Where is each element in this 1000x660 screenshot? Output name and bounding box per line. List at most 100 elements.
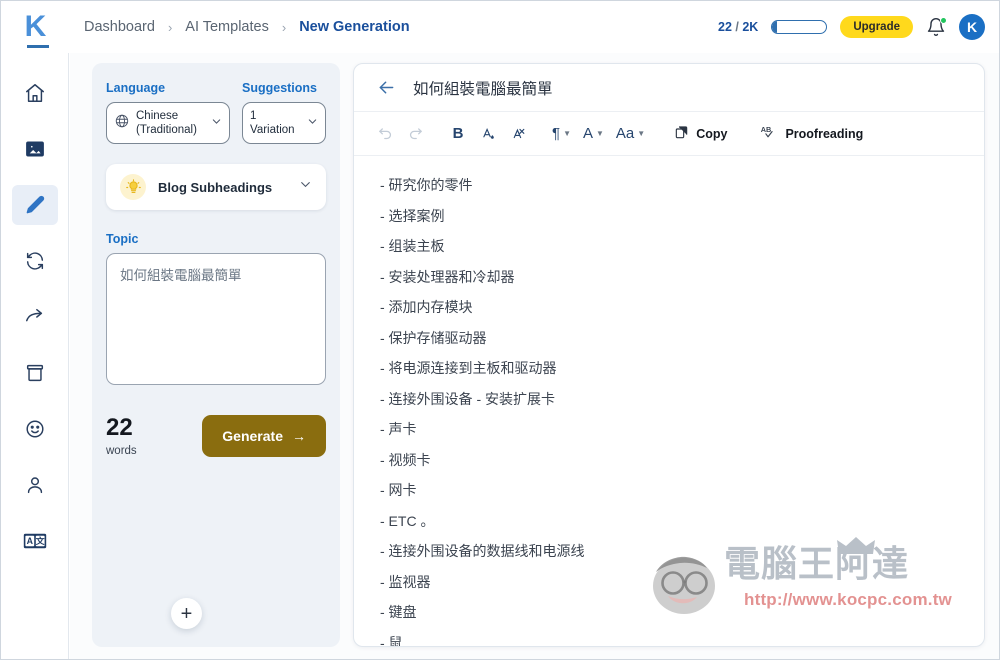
- editor-content[interactable]: - 研究你的零件 - 选择案例 - 组装主板 - 安装处理器和冷却器 - 添加内…: [354, 156, 984, 646]
- avatar[interactable]: K: [959, 14, 985, 40]
- svg-text:AB: AB: [761, 125, 772, 134]
- language-value: Chinese (Traditional): [136, 109, 197, 138]
- notification-dot: [940, 17, 947, 24]
- language-field: Language Chinese (Traditional): [106, 81, 230, 144]
- content-line: - 保护存储驱动器: [380, 331, 958, 345]
- globe-icon: [114, 113, 130, 134]
- suggestions-field: Suggestions 1 Variation: [242, 81, 326, 144]
- arrow-left-icon[interactable]: [376, 77, 397, 98]
- arrow-curve-right-icon: [24, 306, 46, 328]
- content-line: - 鼠: [380, 636, 958, 647]
- content-line: - 选择案例: [380, 209, 958, 223]
- content-line: - 连接外围设备的数据线和电源线: [380, 544, 958, 558]
- quota-total: 2K: [742, 20, 758, 34]
- redo-icon[interactable]: [402, 120, 428, 148]
- breadcrumb: Dashboard › AI Templates › New Generatio…: [84, 19, 410, 35]
- breadcrumb-item-ai-templates[interactable]: AI Templates: [185, 19, 269, 35]
- sidebar-item-archive[interactable]: [12, 353, 58, 393]
- suggestions-value-line2: Variation: [250, 124, 295, 136]
- topic-value: 如何組裝電腦最簡單: [120, 266, 312, 286]
- breadcrumb-separator: ›: [282, 20, 286, 35]
- sidebar-item-translate[interactable]: A 文: [12, 521, 58, 561]
- breadcrumb-item-new-generation[interactable]: New Generation: [299, 19, 409, 35]
- template-selector[interactable]: Blog Subheadings: [106, 164, 326, 210]
- editor-toolbar: B ¶ ▼: [354, 112, 984, 156]
- refresh-icon: [24, 250, 46, 272]
- sidebar-item-emoji[interactable]: [12, 409, 58, 449]
- proofreading-button[interactable]: AB Proofreading: [752, 120, 871, 148]
- sidebar-item-write[interactable]: [12, 185, 58, 225]
- editor-header: 如何組裝電腦最簡單: [354, 64, 984, 112]
- add-button[interactable]: +: [171, 598, 202, 629]
- generate-row: 22 words Generate →: [106, 415, 326, 457]
- template-name: Blog Subheadings: [158, 180, 272, 195]
- language-select[interactable]: Chinese (Traditional): [106, 102, 230, 144]
- chevron-down-icon: [307, 114, 318, 132]
- content-line: - ETC 。: [380, 514, 958, 528]
- selectors-row: Language Chinese (Traditional): [106, 81, 326, 144]
- copy-button[interactable]: Copy: [666, 120, 735, 148]
- box-icon: [24, 362, 46, 384]
- image-icon: [24, 138, 46, 160]
- suggestions-select[interactable]: 1 Variation: [242, 102, 326, 144]
- sidebar-item-account[interactable]: [12, 465, 58, 505]
- content-line: - 声卡: [380, 422, 958, 436]
- breadcrumb-item-dashboard[interactable]: Dashboard: [84, 19, 155, 35]
- sidebar-item-rewrite[interactable]: [12, 241, 58, 281]
- lightbulb-icon: [120, 174, 146, 200]
- paragraph-glyph: ¶: [552, 125, 560, 142]
- language-label: Language: [106, 81, 230, 95]
- svg-text:A: A: [26, 536, 33, 546]
- font-icon[interactable]: A ▼: [579, 120, 608, 148]
- content-line: - 添加内存模块: [380, 300, 958, 314]
- sidebar-item-images[interactable]: [12, 129, 58, 169]
- word-count-label: words: [106, 445, 137, 457]
- generate-button[interactable]: Generate →: [202, 415, 326, 457]
- word-counter: 22 words: [106, 416, 137, 457]
- paragraph-icon[interactable]: ¶ ▼: [548, 120, 575, 148]
- bell-icon[interactable]: [926, 17, 946, 37]
- upgrade-button[interactable]: Upgrade: [840, 16, 913, 38]
- topic-input[interactable]: 如何組裝電腦最簡單: [106, 253, 326, 385]
- arrow-right-icon: →: [292, 428, 306, 444]
- copy-icon: [674, 124, 690, 144]
- generation-form-panel: Language Chinese (Traditional): [92, 63, 340, 647]
- undo-icon[interactable]: [372, 120, 398, 148]
- content-line: - 键盘: [380, 605, 958, 619]
- app-window: K Dashboard › AI Templates › New Generat…: [0, 0, 1000, 660]
- language-value-line1: Chinese: [136, 110, 178, 122]
- quota-progress-fill: [772, 21, 776, 33]
- content-line: - 安装处理器和冷却器: [380, 270, 958, 284]
- bold-glyph: B: [453, 125, 464, 142]
- content-line: - 组装主板: [380, 239, 958, 253]
- bold-icon[interactable]: B: [445, 120, 471, 148]
- page-body: Language Chinese (Traditional): [70, 53, 999, 659]
- clear-format-icon[interactable]: [505, 120, 531, 148]
- quota-text: 22 / 2K: [718, 20, 758, 34]
- app-logo[interactable]: K: [1, 12, 69, 42]
- text-color-icon[interactable]: [475, 120, 501, 148]
- content-line: - 网卡: [380, 483, 958, 497]
- breadcrumb-separator: ›: [168, 20, 172, 35]
- font-size-icon[interactable]: Aa ▼: [612, 120, 649, 148]
- home-icon: [24, 82, 46, 104]
- pencil-icon: [24, 194, 46, 216]
- smiley-icon: [24, 418, 46, 440]
- generate-button-label: Generate: [222, 428, 283, 444]
- plus-icon: +: [181, 604, 193, 624]
- chevron-down-icon: [211, 114, 222, 132]
- sidebar-item-home[interactable]: [12, 73, 58, 113]
- svg-text:文: 文: [35, 535, 44, 546]
- word-count-number: 22: [106, 416, 137, 440]
- sidebar-item-share[interactable]: [12, 297, 58, 337]
- chevron-down-icon: ▼: [637, 129, 645, 138]
- language-value-line2: (Traditional): [136, 124, 197, 136]
- quota-progress-bar: [771, 20, 827, 34]
- content-line: - 监视器: [380, 575, 958, 589]
- translate-icon: A 文: [23, 532, 47, 550]
- suggestions-value-line1: 1: [250, 110, 256, 122]
- suggestions-value: 1 Variation: [250, 109, 295, 138]
- top-bar-right: 22 / 2K Upgrade K: [718, 14, 1000, 40]
- proofreading-icon: AB: [760, 123, 779, 145]
- editor-title: 如何組裝電腦最簡單: [413, 77, 553, 99]
